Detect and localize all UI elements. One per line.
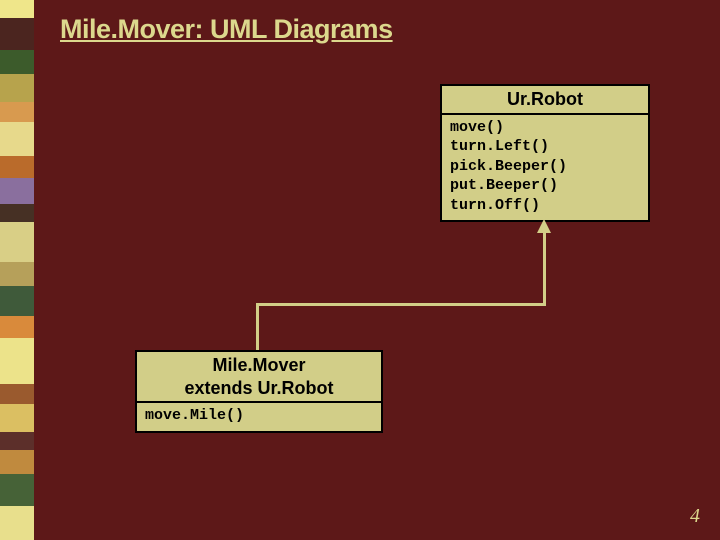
- uml-class-urrobot: Ur.Robot move() turn.Left() pick.Beeper(…: [440, 84, 650, 222]
- decorative-stripe: [0, 0, 34, 540]
- inheritance-line-vertical-right: [543, 233, 546, 306]
- stripe-segment: [0, 122, 34, 156]
- stripe-segment: [0, 432, 34, 450]
- stripe-segment: [0, 404, 34, 432]
- stripe-segment: [0, 474, 34, 506]
- uml-class-milemover-title: Mile.Mover extends Ur.Robot: [137, 352, 381, 403]
- inheritance-line-vertical-left: [256, 303, 259, 350]
- stripe-segment: [0, 316, 34, 338]
- stripe-segment: [0, 450, 34, 474]
- stripe-segment: [0, 18, 34, 50]
- slide: Mile.Mover: UML Diagrams Ur.Robot move()…: [0, 0, 720, 540]
- inheritance-line-horizontal: [256, 303, 546, 306]
- stripe-segment: [0, 384, 34, 404]
- uml-class-urrobot-title: Ur.Robot: [442, 86, 648, 115]
- stripe-segment: [0, 338, 34, 384]
- stripe-segment: [0, 204, 34, 222]
- stripe-segment: [0, 0, 34, 18]
- stripe-segment: [0, 262, 34, 286]
- slide-title: Mile.Mover: UML Diagrams: [60, 14, 393, 45]
- stripe-segment: [0, 50, 34, 74]
- stripe-segment: [0, 102, 34, 122]
- stripe-segment: [0, 178, 34, 204]
- inheritance-arrowhead: [537, 219, 551, 233]
- stripe-segment: [0, 156, 34, 178]
- stripe-segment: [0, 222, 34, 262]
- stripe-segment: [0, 74, 34, 102]
- stripe-segment: [0, 286, 34, 316]
- uml-class-milemover-methods: move.Mile(): [137, 403, 381, 431]
- page-number: 4: [690, 505, 700, 528]
- uml-class-urrobot-methods: move() turn.Left() pick.Beeper() put.Bee…: [442, 115, 648, 221]
- stripe-segment: [0, 506, 34, 540]
- uml-class-milemover: Mile.Mover extends Ur.Robot move.Mile(): [135, 350, 383, 433]
